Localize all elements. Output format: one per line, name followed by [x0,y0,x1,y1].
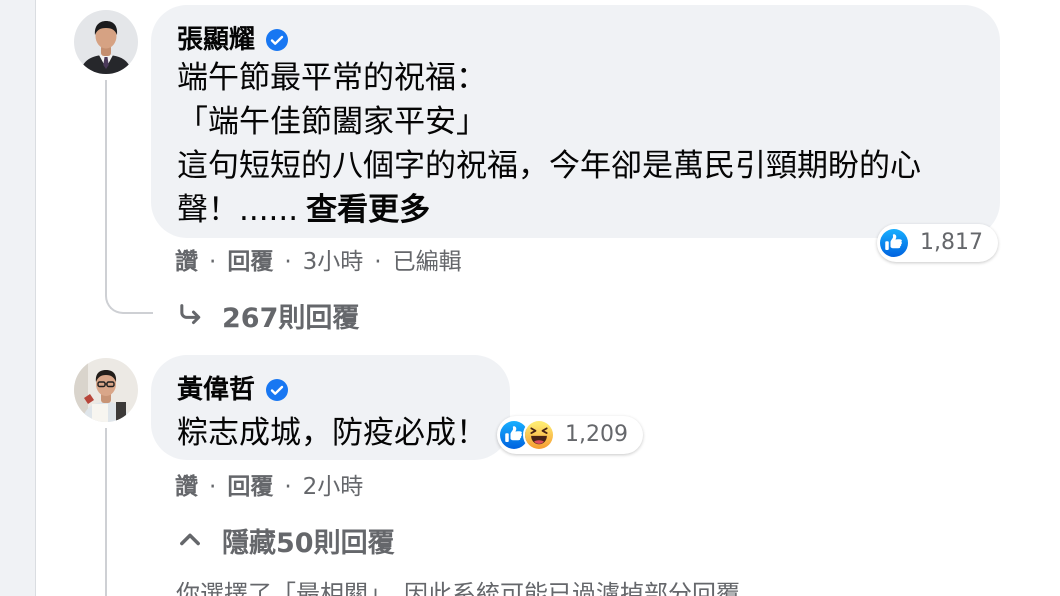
reply-arrow-icon [176,301,204,329]
see-more-link[interactable]: 查看更多 [306,192,430,228]
comments-panel: 張顯耀 端午節最平常的祝福： 「端午佳節闔家平安」 這句短短的八個字的祝福，今年… [0,0,1060,596]
comment-body: 端午節最平常的祝福： 「端午佳節闔家平安」 這句短短的八個字的祝福，今年卻是萬民… [177,56,921,232]
verified-badge-icon [265,378,289,402]
separator: · [284,474,292,500]
haha-icon [525,421,553,449]
comment-text-line: 粽志成城，防疫必成！ [177,415,487,451]
comment-text-line: 聲！...... 查看更多 [177,188,921,232]
comment-text-line: 端午節最平常的祝福： [177,60,487,96]
filter-notice: 你選擇了「最相關」，因此系統可能已過濾掉部分回覆。 [176,580,764,596]
like-icon [880,229,908,257]
thread-line [105,428,107,596]
reply-button[interactable]: 回覆 [227,474,273,500]
view-replies-label: 267則回覆 [222,302,360,334]
author-row: 黃偉哲 [177,375,289,405]
comment-text-line: 「端午佳節闔家平安」 [177,104,487,140]
verified-badge-icon [265,28,289,52]
separator: · [209,474,217,500]
timestamp-link[interactable]: 2小時 [303,474,364,500]
avatar[interactable] [74,358,138,422]
reaction-summary[interactable]: 1,817 [877,224,998,262]
comment-actions: 讚 · 回覆 · 3小時 · 已編輯 [175,247,462,277]
comment-bubble: 張顯耀 端午節最平常的祝福： 「端午佳節闔家平安」 這句短短的八個字的祝福，今年… [151,5,1000,238]
author-row: 張顯耀 [177,25,289,55]
separator: · [284,249,292,275]
comment-text-line: 這句短短的八個字的祝福，今年卻是萬民引頸期盼的心 [177,148,921,184]
chevron-up-icon [176,526,204,554]
timestamp-link[interactable]: 3小時 [303,249,364,275]
thread-line [105,80,153,314]
avatar[interactable] [74,10,138,74]
comment-actions: 讚 · 回覆 · 2小時 [175,472,363,502]
like-button[interactable]: 讚 [175,249,198,275]
comment-bubble: 黃偉哲 粽志成城，防疫必成！ [151,355,510,460]
separator: · [374,249,382,275]
reaction-count: 1,209 [565,422,628,447]
reaction-summary[interactable]: 1,209 [497,416,643,454]
comment-body: 粽志成城，防疫必成！ [177,411,487,455]
page-background-strip [0,0,36,596]
separator: · [209,249,217,275]
comment-author[interactable]: 黃偉哲 [177,375,255,405]
comment-text-tail: 聲！...... [177,192,299,228]
like-button[interactable]: 讚 [175,474,198,500]
comment-author[interactable]: 張顯耀 [177,25,255,55]
reaction-count: 1,817 [920,230,983,255]
like-icon [500,421,528,449]
view-replies-link[interactable]: 267則回覆 [176,298,360,334]
hide-replies-toggle[interactable]: 隱藏50則回覆 [176,523,395,559]
edited-link[interactable]: 已編輯 [393,249,462,275]
reply-button[interactable]: 回覆 [227,249,273,275]
hide-replies-label: 隱藏50則回覆 [222,527,395,559]
